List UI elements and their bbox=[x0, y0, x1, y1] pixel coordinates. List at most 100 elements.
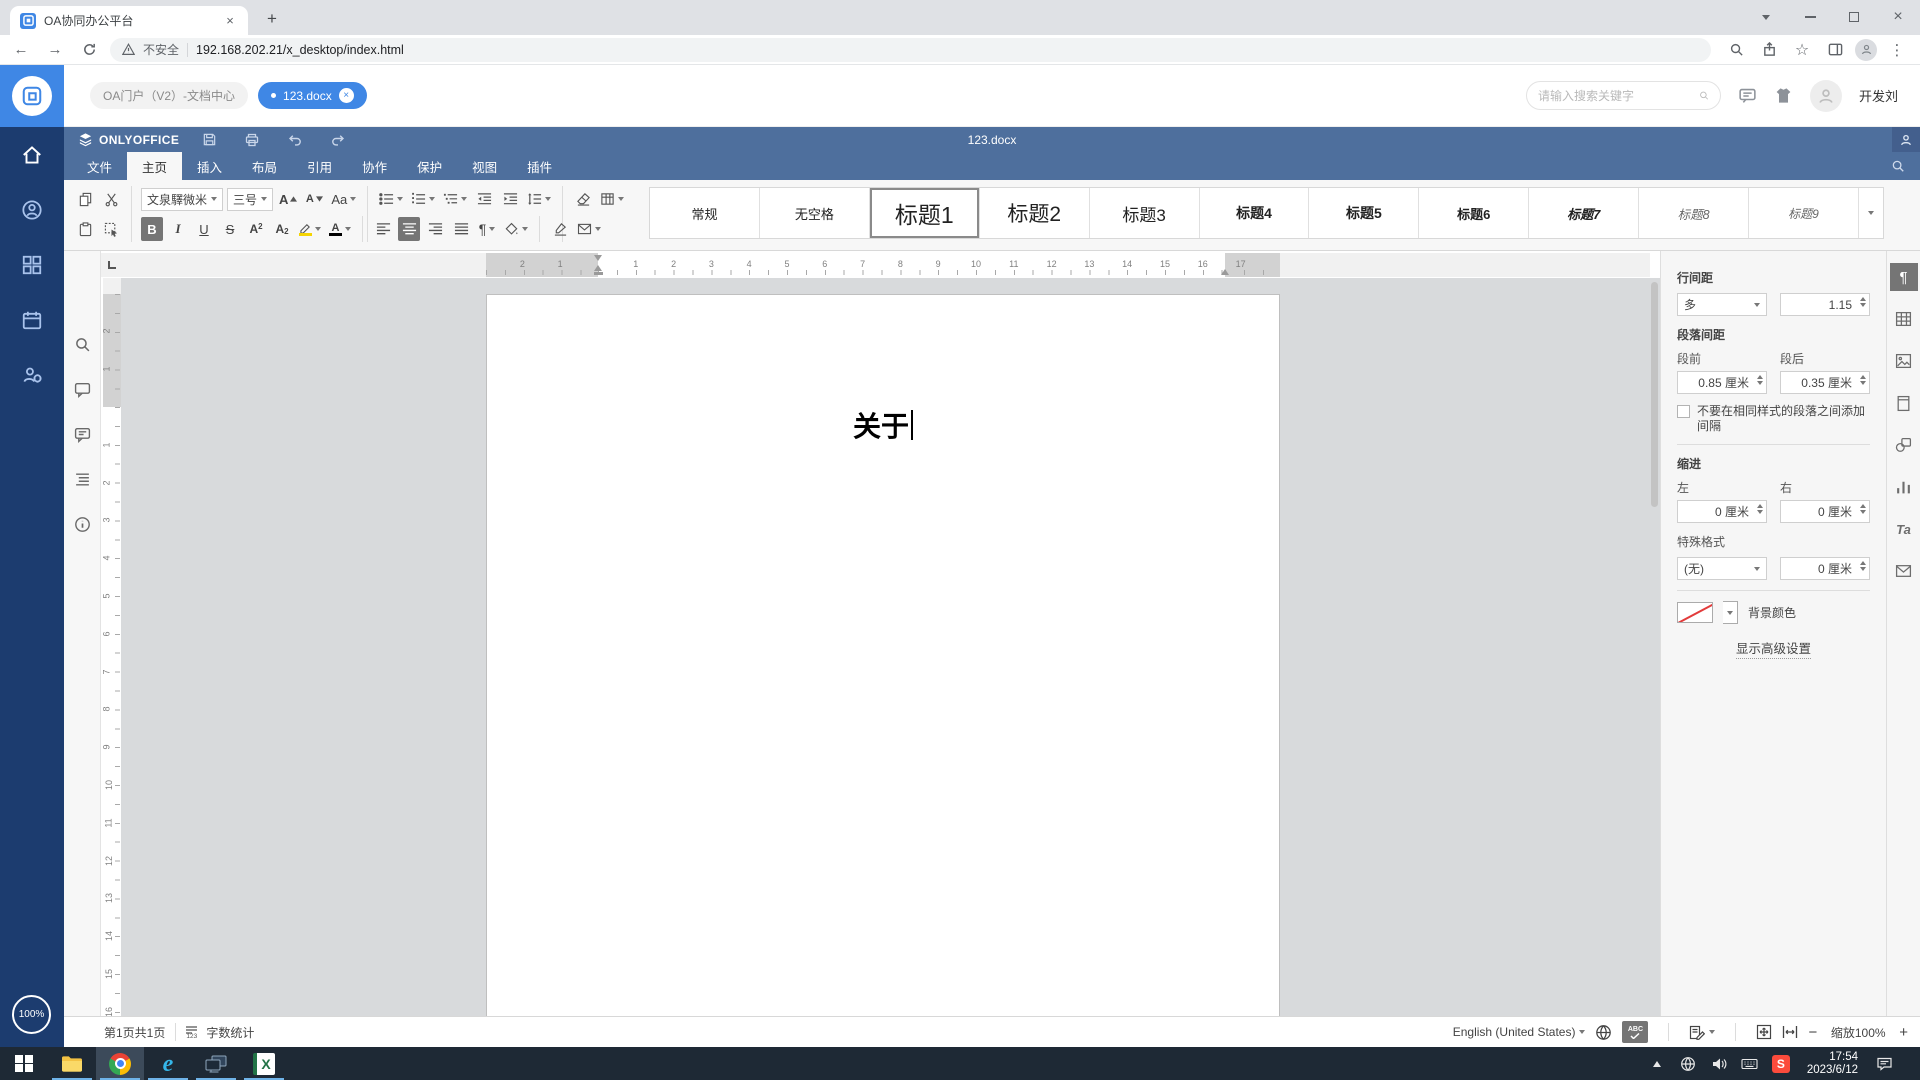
tab-protection[interactable]: 保护 bbox=[402, 152, 457, 180]
tab-close-icon[interactable]: × bbox=[222, 13, 238, 29]
taskbar-internet-explorer[interactable]: e bbox=[144, 1047, 192, 1080]
fit-page-button[interactable] bbox=[1756, 1024, 1772, 1040]
increase-indent-button[interactable] bbox=[499, 187, 521, 211]
bookmark-star-icon[interactable]: ☆ bbox=[1789, 37, 1815, 63]
zoom-in-button[interactable]: + bbox=[1899, 1024, 1908, 1041]
track-changes-button[interactable] bbox=[1689, 1025, 1716, 1040]
indent-left-input[interactable]: 0 厘米 bbox=[1677, 500, 1767, 523]
page-color-button[interactable] bbox=[598, 187, 626, 211]
taskbar-clock[interactable]: 17:54 2023/6/12 bbox=[1807, 1051, 1858, 1077]
zoom-out-button[interactable]: − bbox=[1808, 1024, 1817, 1041]
numbered-list-button[interactable] bbox=[409, 187, 437, 211]
style-normal[interactable]: 常规 bbox=[650, 188, 760, 238]
justify-button[interactable] bbox=[450, 217, 472, 241]
show-paragraph-marks-button[interactable]: ¶ bbox=[476, 217, 498, 241]
image-settings-icon[interactable] bbox=[1890, 347, 1918, 375]
oa-tab-portal[interactable]: OA门户（V2）-文档中心 bbox=[90, 82, 249, 109]
tab-home[interactable]: 主页 bbox=[127, 152, 183, 180]
style-heading6[interactable]: 标题6 bbox=[1419, 188, 1530, 238]
address-field[interactable]: 不安全 192.168.202.21/x_desktop/index.html bbox=[110, 37, 1711, 62]
network-icon[interactable] bbox=[1679, 1055, 1697, 1073]
style-heading7[interactable]: 标题7 bbox=[1529, 188, 1640, 238]
browser-menu-icon[interactable]: ⋮ bbox=[1884, 37, 1910, 63]
document-heading[interactable]: 关于 bbox=[487, 405, 1279, 445]
oa-search-input[interactable] bbox=[1537, 88, 1693, 103]
textart-settings-icon[interactable]: Ta bbox=[1890, 515, 1918, 543]
taskbar-file-explorer[interactable] bbox=[48, 1047, 96, 1080]
volume-icon[interactable] bbox=[1710, 1055, 1728, 1073]
vertical-ruler[interactable]: 2112345678910111213141516 bbox=[103, 278, 121, 1016]
special-format-amount[interactable]: 0 厘米 bbox=[1780, 557, 1870, 580]
new-tab-button[interactable]: + bbox=[260, 7, 284, 31]
redo-button[interactable] bbox=[325, 127, 351, 152]
paragraph-settings-icon[interactable]: ¶ bbox=[1889, 263, 1918, 291]
window-minimize-button[interactable] bbox=[1788, 0, 1832, 34]
style-no-spacing[interactable]: 无空格 bbox=[760, 188, 870, 238]
find-icon[interactable] bbox=[69, 331, 95, 357]
bullet-list-button[interactable] bbox=[377, 187, 405, 211]
style-heading1[interactable]: 标题1 bbox=[870, 188, 980, 238]
taskbar-excel[interactable]: X bbox=[240, 1047, 288, 1080]
tab-collaboration[interactable]: 协作 bbox=[347, 152, 402, 180]
left-indent-marker[interactable] bbox=[593, 265, 602, 271]
reload-icon[interactable] bbox=[76, 37, 102, 63]
copy-button[interactable] bbox=[74, 187, 96, 211]
browser-tab[interactable]: OA协同办公平台 × bbox=[10, 6, 248, 35]
about-icon[interactable] bbox=[69, 511, 95, 537]
oa-logo[interactable] bbox=[0, 65, 64, 127]
style-heading8[interactable]: 标题8 bbox=[1639, 188, 1750, 238]
mail-merge-button[interactable] bbox=[575, 217, 603, 241]
feedback-icon[interactable] bbox=[69, 421, 95, 447]
back-icon[interactable]: ← bbox=[8, 37, 34, 63]
spellcheck-toggle[interactable]: ABC bbox=[1622, 1021, 1649, 1043]
word-count-button[interactable]: 123 字数统计 bbox=[186, 1024, 254, 1041]
tab-view[interactable]: 视图 bbox=[457, 152, 512, 180]
navigation-icon[interactable] bbox=[69, 466, 95, 492]
save-button[interactable] bbox=[196, 127, 222, 152]
subscript-button[interactable]: A2 bbox=[271, 217, 293, 241]
vertical-scrollbar[interactable] bbox=[1651, 282, 1658, 507]
horizontal-ruler[interactable]: 2 1 1 2 3 4 5 6 7 8 9 10 11 12 13 14 15 16 17 bbox=[123, 253, 1650, 277]
window-close-button[interactable]: × bbox=[1876, 0, 1920, 34]
style-gallery-expand-icon[interactable] bbox=[1859, 188, 1883, 238]
align-center-button[interactable] bbox=[398, 217, 420, 241]
oa-zoom-badge[interactable]: 100% bbox=[12, 995, 51, 1034]
multilevel-list-button[interactable] bbox=[441, 187, 469, 211]
left-margin-marker[interactable] bbox=[593, 272, 603, 275]
font-color-button[interactable]: A bbox=[327, 217, 353, 241]
search-icon[interactable] bbox=[1699, 88, 1709, 103]
url-text[interactable]: 192.168.202.21/x_desktop/index.html bbox=[196, 43, 404, 57]
underline-button[interactable]: U bbox=[193, 217, 215, 241]
tray-expand-icon[interactable] bbox=[1648, 1055, 1666, 1073]
no-space-checkbox[interactable] bbox=[1677, 405, 1690, 418]
special-format-select[interactable]: (无) bbox=[1677, 557, 1767, 580]
tab-insert[interactable]: 插入 bbox=[182, 152, 237, 180]
line-spacing-amount[interactable]: 1.15 bbox=[1780, 293, 1870, 316]
comments-icon[interactable] bbox=[69, 376, 95, 402]
style-heading2[interactable]: 标题2 bbox=[980, 188, 1090, 238]
increase-font-button[interactable]: A bbox=[277, 187, 299, 211]
style-heading9[interactable]: 标题9 bbox=[1749, 188, 1859, 238]
highlight-color-button[interactable] bbox=[297, 217, 323, 241]
tab-references[interactable]: 引用 bbox=[292, 152, 347, 180]
style-heading4[interactable]: 标题4 bbox=[1200, 188, 1310, 238]
oa-tab-close-icon[interactable]: × bbox=[338, 88, 354, 103]
right-indent-marker[interactable] bbox=[1220, 269, 1229, 275]
decrease-indent-button[interactable] bbox=[473, 187, 495, 211]
line-spacing-select[interactable]: 多 bbox=[1677, 293, 1767, 316]
tab-plugins[interactable]: 插件 bbox=[512, 152, 567, 180]
background-color-swatch[interactable] bbox=[1677, 602, 1713, 623]
sidebar-item-contacts[interactable] bbox=[0, 182, 64, 237]
undo-button[interactable] bbox=[282, 127, 308, 152]
oa-search-box[interactable] bbox=[1525, 81, 1721, 110]
theme-icon[interactable] bbox=[1774, 86, 1793, 105]
font-name-combo[interactable]: 文泉驛微米黑 bbox=[141, 187, 223, 211]
no-space-between-same-style-row[interactable]: 不要在相同样式的段落之间添加间隔 bbox=[1677, 404, 1870, 434]
align-right-button[interactable] bbox=[424, 217, 446, 241]
mailmerge-settings-icon[interactable] bbox=[1890, 557, 1918, 585]
select-all-button[interactable] bbox=[100, 217, 122, 241]
cut-button[interactable] bbox=[100, 187, 122, 211]
align-left-button[interactable] bbox=[372, 217, 394, 241]
notification-center-icon[interactable] bbox=[1875, 1055, 1893, 1073]
spacing-before-input[interactable]: 0.85 厘米 bbox=[1677, 371, 1767, 394]
